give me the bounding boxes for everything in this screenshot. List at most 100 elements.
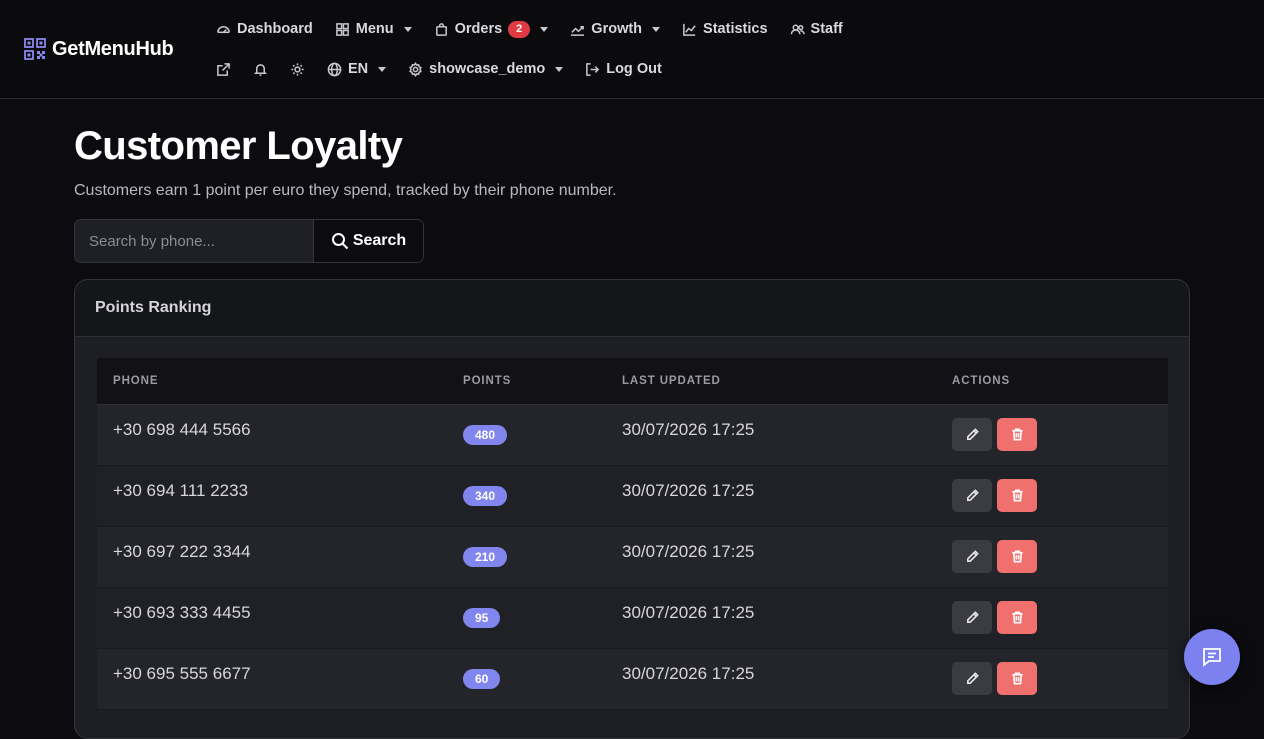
card-header: Points Ranking bbox=[75, 280, 1189, 337]
points-cell: 340 bbox=[447, 465, 606, 526]
external-link-icon bbox=[217, 62, 230, 76]
phone-cell: +30 694 111 2233 bbox=[113, 480, 249, 500]
trash-icon bbox=[1011, 550, 1023, 563]
delete-button[interactable] bbox=[997, 662, 1037, 695]
grid-icon bbox=[335, 22, 349, 36]
points-badge: 95 bbox=[463, 608, 501, 628]
delete-button[interactable] bbox=[997, 479, 1037, 512]
delete-button[interactable] bbox=[997, 601, 1037, 634]
pencil-icon bbox=[966, 550, 979, 562]
language-dropdown[interactable]: EN bbox=[327, 61, 387, 77]
account-dropdown[interactable]: showcase_demo bbox=[408, 61, 564, 77]
nav-orders-label: Orders bbox=[454, 21, 503, 37]
edit-button[interactable] bbox=[952, 479, 992, 512]
language-label: EN bbox=[348, 61, 369, 77]
col-points: POINTS bbox=[447, 358, 606, 405]
notifications-button[interactable] bbox=[253, 62, 268, 77]
phone-search-form: Search bbox=[74, 219, 424, 263]
delete-button[interactable] bbox=[997, 418, 1037, 451]
actions-cell bbox=[936, 404, 1168, 465]
brand-name: GetMenuHub bbox=[52, 37, 174, 60]
nav-menu-dropdown[interactable]: Menu bbox=[335, 21, 412, 37]
orders-count-badge: 2 bbox=[508, 20, 531, 38]
account-label: showcase_demo bbox=[429, 61, 546, 77]
chevron-down-icon bbox=[403, 26, 412, 32]
pencil-icon bbox=[966, 672, 979, 684]
table-row: +30 693 333 4455 95 30/07/2026 17:25 bbox=[97, 587, 1168, 648]
chat-icon bbox=[1203, 648, 1221, 667]
points-ranking-card: Points Ranking PHONE POINTS LAST UPDATED… bbox=[74, 279, 1190, 739]
nav-primary: Dashboard Menu Orders 2 Growth Statistic… bbox=[216, 19, 843, 39]
updated-cell: 30/07/2026 17:25 bbox=[622, 480, 755, 500]
external-link-button[interactable] bbox=[216, 62, 231, 77]
table-row: +30 697 222 3344 210 30/07/2026 17:25 bbox=[97, 526, 1168, 587]
phone-cell: +30 698 444 5566 bbox=[113, 419, 251, 439]
bell-icon bbox=[254, 63, 267, 76]
nav-menu-label: Menu bbox=[355, 21, 394, 37]
users-icon bbox=[790, 24, 805, 34]
points-cell: 480 bbox=[447, 404, 606, 465]
gauge-icon bbox=[217, 25, 230, 33]
shopping-bag-icon bbox=[435, 22, 447, 36]
nav-growth-label: Growth bbox=[591, 21, 643, 37]
actions-cell bbox=[936, 526, 1168, 587]
nav-staff-label: Staff bbox=[810, 21, 843, 37]
points-cell: 210 bbox=[447, 526, 606, 587]
edit-button[interactable] bbox=[952, 662, 992, 695]
theme-toggle[interactable] bbox=[290, 62, 305, 77]
table-header-row: PHONE POINTS LAST UPDATED ACTIONS bbox=[97, 358, 1168, 405]
col-last-updated: LAST UPDATED bbox=[606, 358, 936, 405]
nav-growth-dropdown[interactable]: Growth bbox=[570, 21, 661, 37]
nav-dashboard-label: Dashboard bbox=[237, 21, 313, 37]
edit-button[interactable] bbox=[952, 601, 992, 634]
phone-search-input[interactable] bbox=[75, 220, 313, 262]
ranking-table: PHONE POINTS LAST UPDATED ACTIONS +30 69… bbox=[97, 358, 1168, 710]
table-row: +30 695 555 6677 60 30/07/2026 17:25 bbox=[97, 648, 1168, 709]
chevron-down-icon bbox=[378, 66, 387, 72]
nav-staff[interactable]: Staff bbox=[790, 21, 843, 37]
points-badge: 480 bbox=[463, 425, 508, 445]
logout-button[interactable]: Log Out bbox=[585, 61, 662, 77]
delete-button[interactable] bbox=[997, 540, 1037, 573]
updated-cell: 30/07/2026 17:25 bbox=[622, 663, 755, 683]
edit-button[interactable] bbox=[952, 540, 992, 573]
edit-button[interactable] bbox=[952, 418, 992, 451]
line-chart-icon bbox=[683, 23, 696, 36]
sun-icon bbox=[291, 62, 304, 76]
nav-secondary: EN showcase_demo Log Out bbox=[216, 59, 662, 79]
top-navbar: GetMenuHub Dashboard Menu Orders 2 Growt… bbox=[0, 0, 1264, 99]
phone-cell: +30 695 555 6677 bbox=[113, 663, 251, 683]
trash-icon bbox=[1011, 489, 1023, 502]
card-title: Points Ranking bbox=[95, 299, 212, 316]
points-cell: 60 bbox=[447, 648, 606, 709]
points-badge: 340 bbox=[463, 486, 508, 506]
chat-button[interactable] bbox=[1184, 629, 1240, 685]
page-title: Customer Loyalty bbox=[74, 124, 403, 168]
actions-cell bbox=[936, 648, 1168, 709]
updated-cell: 30/07/2026 17:25 bbox=[622, 541, 755, 561]
globe-icon bbox=[327, 62, 342, 76]
search-button-label: Search bbox=[352, 232, 407, 249]
qr-code-icon bbox=[24, 38, 46, 60]
col-phone: PHONE bbox=[97, 358, 447, 405]
pencil-icon bbox=[966, 428, 979, 440]
points-cell: 95 bbox=[447, 587, 606, 648]
trash-icon bbox=[1011, 672, 1023, 685]
nav-statistics[interactable]: Statistics bbox=[682, 21, 768, 37]
chevron-down-icon bbox=[555, 66, 564, 72]
actions-cell bbox=[936, 465, 1168, 526]
nav-statistics-label: Statistics bbox=[703, 21, 768, 37]
chevron-down-icon bbox=[652, 26, 661, 32]
gear-icon bbox=[409, 61, 422, 77]
nav-dashboard[interactable]: Dashboard bbox=[216, 21, 313, 37]
brand-logo[interactable]: GetMenuHub bbox=[24, 36, 174, 62]
table-row: +30 694 111 2233 340 30/07/2026 17:25 bbox=[97, 465, 1168, 526]
nav-orders-dropdown[interactable]: Orders 2 bbox=[434, 20, 549, 38]
page-subtitle: Customers earn 1 point per euro they spe… bbox=[74, 182, 617, 199]
table-row: +30 698 444 5566 480 30/07/2026 17:25 bbox=[97, 404, 1168, 465]
search-button[interactable]: Search bbox=[313, 220, 423, 262]
trending-up-icon bbox=[571, 25, 585, 36]
points-badge: 210 bbox=[463, 547, 508, 567]
phone-cell: +30 697 222 3344 bbox=[113, 541, 251, 561]
chevron-down-icon bbox=[540, 26, 549, 32]
